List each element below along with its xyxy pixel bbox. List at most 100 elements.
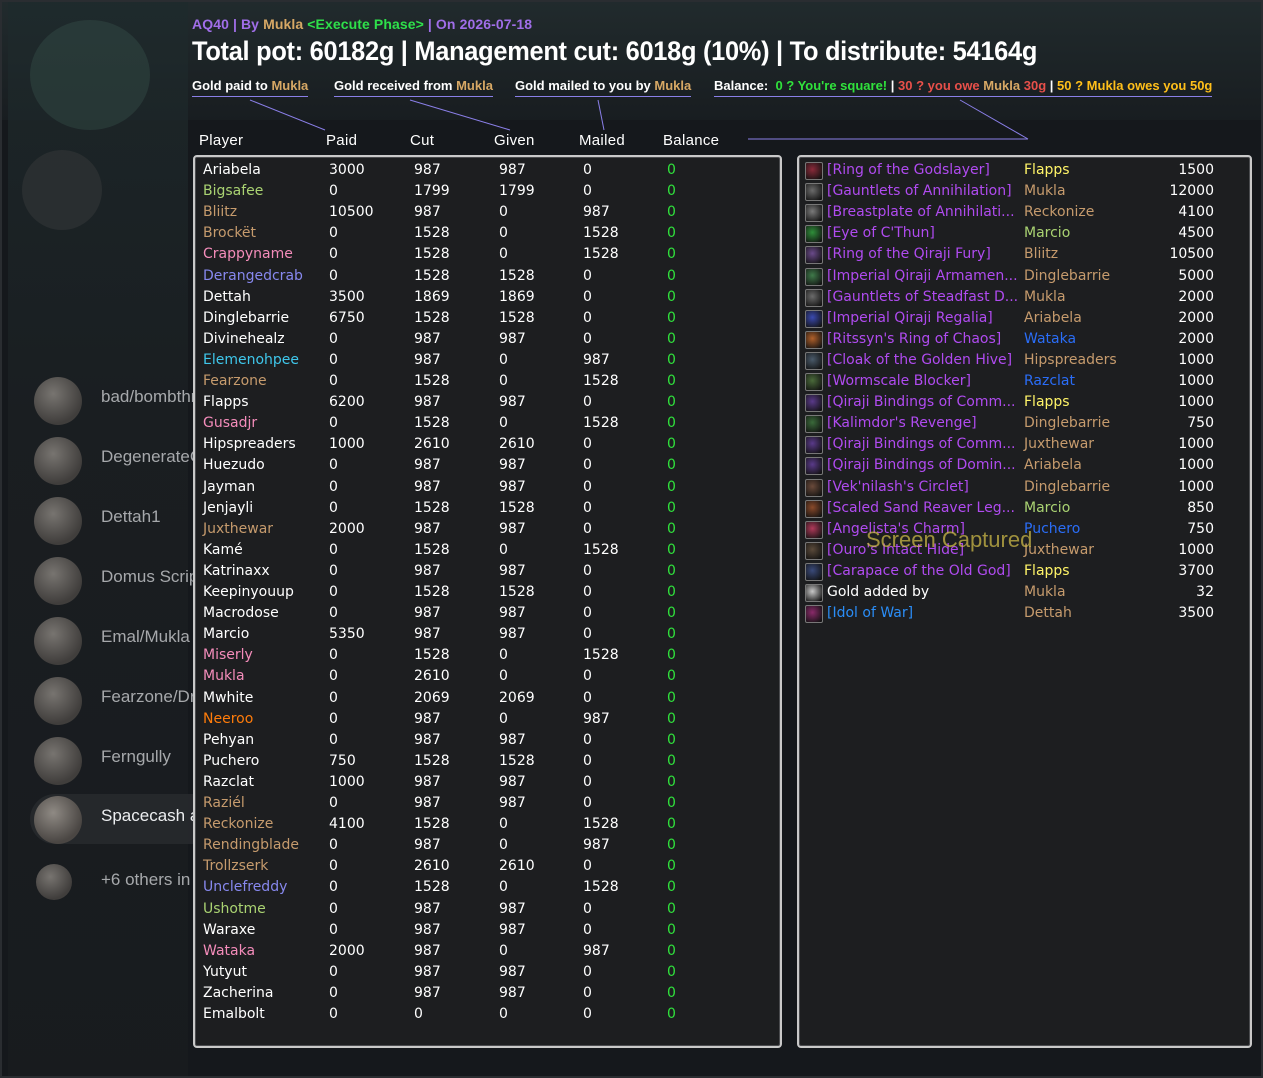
table-row[interactable]: Jenjayli 0 1528 1528 0 0 <box>195 498 780 519</box>
table-row[interactable]: Juxthewar 2000 987 987 0 0 <box>195 519 780 540</box>
table-row[interactable]: Keepinyouup 0 1528 1528 0 0 <box>195 582 780 603</box>
table-row[interactable]: Brockët 0 1528 0 1528 0 <box>195 223 780 244</box>
item-link[interactable]: [Imperial Qiraji Armamen... <box>827 266 1017 287</box>
winner-name: Wataka <box>1024 330 1077 347</box>
loot-row[interactable]: [Gauntlets of Steadfast D... Mukla 2000 <box>799 287 1250 308</box>
table-row[interactable]: Miserly 0 1528 0 1528 0 <box>195 645 780 666</box>
loot-row[interactable]: [Imperial Qiraji Armamen... Dinglebarrie 5… <box>799 266 1250 287</box>
cut-value: 2069 <box>414 689 450 706</box>
table-row[interactable]: Divinehealz 0 987 987 0 0 <box>195 329 780 350</box>
loot-row[interactable]: Gold added by Mukla 32 <box>799 582 1250 603</box>
col-mailed[interactable]: Mailed <box>579 132 625 149</box>
table-row[interactable]: Puchero 750 1528 1528 0 0 <box>195 751 780 772</box>
table-row[interactable]: Mukla 0 2610 0 0 0 <box>195 666 780 687</box>
table-row[interactable]: Raziél 0 987 987 0 0 <box>195 793 780 814</box>
table-row[interactable]: Unclefreddy 0 1528 0 1528 0 <box>195 877 780 898</box>
loot-row[interactable]: [Qiraji Bindings of Domin... Ariabela 1000 <box>799 455 1250 476</box>
item-link[interactable]: [Imperial Qiraji Regalia] <box>827 308 1017 329</box>
loot-row[interactable]: [Scaled Sand Reaver Leg... Marcio 850 <box>799 498 1250 519</box>
item-link[interactable]: [Eye of C'Thun] <box>827 223 1017 244</box>
table-row[interactable]: Jayman 0 987 987 0 0 <box>195 477 780 498</box>
loot-row[interactable]: [Eye of C'Thun] Marcio 4500 <box>799 223 1250 244</box>
table-row[interactable]: Marcio 5350 987 987 0 0 <box>195 624 780 645</box>
balance-value: 0 <box>667 816 676 833</box>
item-link[interactable]: [Idol of War] <box>827 603 1017 624</box>
loot-row[interactable]: [Ring of the Qiraji Fury] Bliitz 10500 <box>799 244 1250 265</box>
item-link[interactable]: [Scaled Sand Reaver Leg... <box>827 498 1017 519</box>
loot-row[interactable]: [Qiraji Bindings of Comm... Juxthewar 1000 <box>799 434 1250 455</box>
paid-value: 0 <box>329 351 338 368</box>
col-cut[interactable]: Cut <box>410 132 434 149</box>
table-row[interactable]: Kamé 0 1528 0 1528 0 <box>195 540 780 561</box>
table-row[interactable]: Crappyname 0 1528 0 1528 0 <box>195 244 780 265</box>
table-row[interactable]: Bigsafee 0 1799 1799 0 0 <box>195 181 780 202</box>
table-row[interactable]: Rendingblade 0 987 0 987 0 <box>195 835 780 856</box>
item-link[interactable]: [Ring of the Godslayer] <box>827 160 1017 181</box>
balance-value: 0 <box>667 520 676 537</box>
col-player[interactable]: Player <box>199 132 243 149</box>
item-link[interactable]: [Carapace of the Old God] <box>827 561 1017 582</box>
table-row[interactable]: Derangedcrab 0 1528 1528 0 0 <box>195 266 780 287</box>
mailed-value: 0 <box>583 267 592 284</box>
table-row[interactable]: Dettah 3500 1869 1869 0 0 <box>195 287 780 308</box>
col-balance[interactable]: Balance <box>663 132 719 149</box>
item-link[interactable]: [Wormscale Blocker] <box>827 371 1017 392</box>
table-row[interactable]: Fearzone 0 1528 0 1528 0 <box>195 371 780 392</box>
table-row[interactable]: Ariabela 3000 987 987 0 0 <box>195 160 780 181</box>
loot-row[interactable]: [Vek'nilash's Circlet] Dinglebarrie 1000 <box>799 477 1250 498</box>
cut-value: 1528 <box>414 752 450 769</box>
table-row[interactable]: Bliitz 10500 987 0 987 0 <box>195 202 780 223</box>
paid-value: 0 <box>329 795 338 811</box>
col-paid[interactable]: Paid <box>326 132 357 149</box>
table-row[interactable]: Razclat 1000 987 987 0 0 <box>195 772 780 793</box>
table-row[interactable]: Dinglebarrie 6750 1528 1528 0 0 <box>195 308 780 329</box>
cloak-icon <box>805 351 823 370</box>
table-row[interactable]: Huezudo 0 987 987 0 0 <box>195 455 780 476</box>
table-row[interactable]: Elemenohpee 0 987 0 987 0 <box>195 350 780 371</box>
item-link[interactable]: [Gauntlets of Steadfast D... <box>827 287 1017 308</box>
loot-row[interactable]: [Kalimdor's Revenge] Dinglebarrie 750 <box>799 413 1250 434</box>
loot-row[interactable]: [Carapace of the Old God] Flapps 3700 <box>799 561 1250 582</box>
table-row[interactable]: Macrodose 0 987 987 0 0 <box>195 603 780 624</box>
item-link[interactable]: [Ritssyn's Ring of Chaos] <box>827 329 1017 350</box>
table-row[interactable]: Pehyan 0 987 987 0 0 <box>195 730 780 751</box>
table-row[interactable]: Waraxe 0 987 987 0 0 <box>195 920 780 941</box>
table-row[interactable]: Flapps 6200 987 987 0 0 <box>195 392 780 413</box>
table-row[interactable]: Katrinaxx 0 987 987 0 0 <box>195 561 780 582</box>
item-link[interactable]: [Ring of the Qiraji Fury] <box>827 244 1017 265</box>
loot-row[interactable]: [Wormscale Blocker] Razclat 1000 <box>799 371 1250 392</box>
table-row[interactable]: Wataka 2000 987 0 987 0 <box>195 941 780 962</box>
cut-value: 987 <box>414 478 441 495</box>
table-row[interactable]: Trollzserk 0 2610 2610 0 0 <box>195 856 780 877</box>
item-link[interactable]: [Gauntlets of Annihilation] <box>827 181 1017 202</box>
item-link[interactable]: [Cloak of the Golden Hive] <box>827 350 1017 371</box>
loot-row[interactable]: [Gauntlets of Annihilation] Mukla 12000 <box>799 181 1250 202</box>
given-value: 2610 <box>499 858 535 875</box>
table-row[interactable]: Mwhite 0 2069 2069 0 0 <box>195 688 780 709</box>
table-row[interactable]: Ushotme 0 987 987 0 0 <box>195 899 780 920</box>
balance-value: 0 <box>667 499 676 516</box>
table-row[interactable]: Yutyut 0 987 987 0 0 <box>195 962 780 983</box>
table-row[interactable]: Zacherina 0 987 987 0 0 <box>195 983 780 1004</box>
loot-row[interactable]: [Ring of the Godslayer] Flapps 1500 <box>799 160 1250 181</box>
player-name: Juxthewar <box>203 520 274 537</box>
loot-row[interactable]: [Imperial Qiraji Regalia] Ariabela 2000 <box>799 308 1250 329</box>
item-link[interactable]: [Qiraji Bindings of Comm... <box>827 434 1017 455</box>
item-link[interactable]: [Kalimdor's Revenge] <box>827 413 1017 434</box>
table-row[interactable]: Hipspreaders 1000 2610 2610 0 0 <box>195 434 780 455</box>
item-link[interactable]: [Vek'nilash's Circlet] <box>827 477 1017 498</box>
table-row[interactable]: Gusadjr 0 1528 0 1528 0 <box>195 413 780 434</box>
loot-row[interactable]: [Ritssyn's Ring of Chaos] Wataka 2000 <box>799 329 1250 350</box>
item-link[interactable]: [Qiraji Bindings of Domin... <box>827 455 1017 476</box>
loot-table: [Ring of the Godslayer] Flapps 1500 [Gauntl… <box>797 155 1252 1048</box>
table-row[interactable]: Neeroo 0 987 0 987 0 <box>195 709 780 730</box>
loot-row[interactable]: [Cloak of the Golden Hive] Hipspreaders 10… <box>799 350 1250 371</box>
loot-row[interactable]: [Qiraji Bindings of Comm... Flapps 1000 <box>799 392 1250 413</box>
col-given[interactable]: Given <box>494 132 535 149</box>
loot-row[interactable]: [Idol of War] Dettah 3500 <box>799 603 1250 624</box>
item-link[interactable]: [Qiraji Bindings of Comm... <box>827 392 1017 413</box>
item-link[interactable]: [Breastplate of Annihilati... <box>827 202 1017 223</box>
loot-row[interactable]: [Breastplate of Annihilati... Reckonize 41… <box>799 202 1250 223</box>
table-row[interactable]: Emalbolt 0 0 0 0 0 <box>195 1004 780 1025</box>
table-row[interactable]: Reckonize 4100 1528 0 1528 0 <box>195 814 780 835</box>
